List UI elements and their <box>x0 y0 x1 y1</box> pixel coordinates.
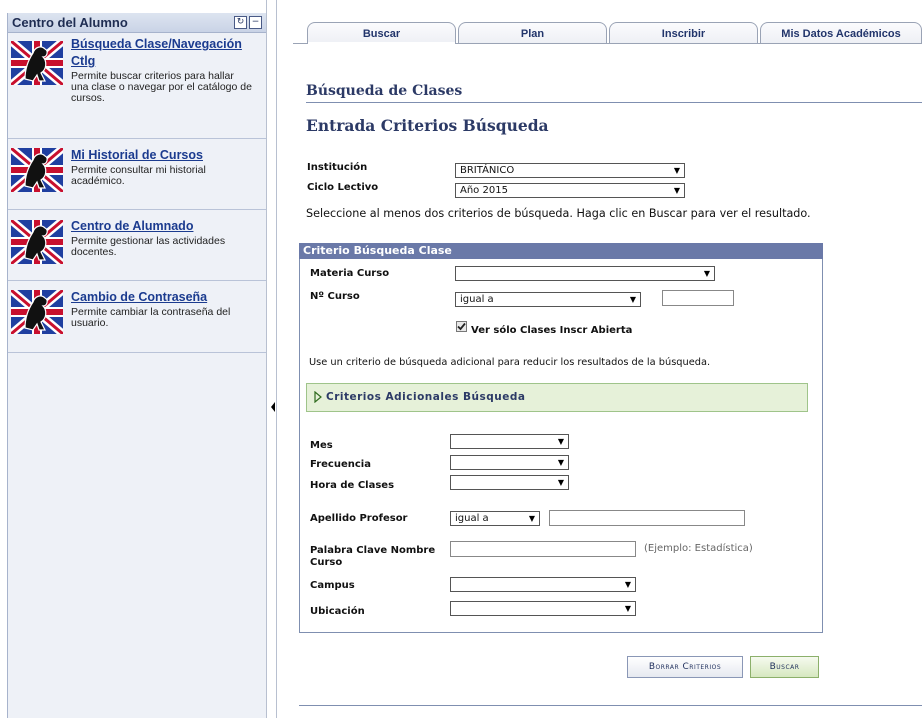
chevron-down-icon: ▼ <box>673 166 680 175</box>
crest-icon <box>11 148 63 192</box>
crest-icon <box>11 220 63 264</box>
collapse-arrow-icon[interactable] <box>271 402 275 412</box>
tab-plan[interactable]: Plan <box>458 22 607 43</box>
tab-inscribir[interactable]: Inscribir <box>609 22 758 43</box>
chevron-down-icon: ▼ <box>624 604 631 613</box>
subsection-title: Entrada Criterios Búsqueda <box>306 116 549 135</box>
panel-divider[interactable] <box>266 0 277 718</box>
additional-hint: Use un criterio de búsqueda adicional pa… <box>309 357 711 368</box>
apellido-label: Apellido Profesor <box>310 513 408 524</box>
crest-icon <box>11 290 63 334</box>
apellido-input[interactable] <box>549 510 745 526</box>
instruction-text: Seleccione al menos dos criterios de bús… <box>306 207 811 220</box>
chevron-down-icon: ▼ <box>557 437 564 446</box>
search-label: Buscar <box>769 662 800 672</box>
left-panel-title: Centro del Alumno <box>12 15 128 30</box>
alumnado-desc-2: docentes. <box>71 246 117 258</box>
materia-label: Materia Curso <box>310 268 390 279</box>
palabra-label-2: Curso <box>310 557 343 568</box>
minimize-icon[interactable]: − <box>249 16 262 29</box>
chevron-down-icon: ▼ <box>557 478 564 487</box>
left-panel: Centro del Alumno ↻ − Búsqueda Clase/Nav… <box>7 13 267 718</box>
hora-label: Hora de Clases <box>310 480 395 491</box>
ncurso-label: Nº Curso <box>310 291 360 302</box>
mes-label: Mes <box>310 440 333 451</box>
section-rule <box>306 102 922 103</box>
tab-mis-datos[interactable]: Mis Datos Académicos <box>760 22 922 43</box>
ncurso-operator-value: igual a <box>460 294 494 305</box>
ciclo-select[interactable]: Año 2015 ▼ <box>455 183 685 198</box>
expand-arrow-icon[interactable] <box>314 391 322 403</box>
sidebar-item-alumnado[interactable]: Centro de Alumnado Permite gestionar las… <box>8 210 266 281</box>
ubicacion-label: Ubicación <box>310 606 365 617</box>
contrasena-link[interactable]: Cambio de Contraseña <box>71 290 207 305</box>
apellido-operator-value: igual a <box>455 513 489 524</box>
chevron-down-icon: ▼ <box>673 186 680 195</box>
search-button[interactable]: Buscar <box>750 656 819 678</box>
clear-criteria-button[interactable]: Borrar Criterios <box>627 656 743 678</box>
crest-icon <box>11 41 63 85</box>
chevron-down-icon: ▼ <box>528 514 535 523</box>
ncurso-operator-select[interactable]: igual a ▼ <box>455 292 641 307</box>
historial-desc-2: académico. <box>71 175 125 187</box>
frecuencia-label: Frecuencia <box>310 459 371 470</box>
materia-select[interactable]: ▼ <box>455 266 715 281</box>
campus-label: Campus <box>310 580 355 591</box>
sidebar-item-contrasena[interactable]: Cambio de Contraseña Permite cambiar la … <box>8 281 266 353</box>
footer-rule <box>299 705 922 706</box>
palabra-input[interactable] <box>450 541 636 557</box>
chevron-down-icon: ▼ <box>629 295 636 304</box>
hora-select[interactable]: ▼ <box>450 475 569 490</box>
busqueda-link-ctlg[interactable]: Ctlg <box>71 54 95 69</box>
institucion-label: Institución <box>307 162 368 173</box>
historial-link[interactable]: Mi Historial de Cursos <box>71 148 203 163</box>
refresh-icon[interactable]: ↻ <box>234 16 247 29</box>
checkmark-icon <box>457 322 466 331</box>
busqueda-link[interactable]: Búsqueda Clase/Navegación <box>71 37 242 52</box>
frecuencia-select[interactable]: ▼ <box>450 455 569 470</box>
ciclo-label: Ciclo Lectivo <box>307 182 379 193</box>
additional-criteria-label[interactable]: Criterios Adicionales Búsqueda <box>326 391 525 403</box>
palabra-label-1: Palabra Clave Nombre <box>310 545 436 556</box>
active-tab-gap <box>308 42 455 44</box>
ncurso-input[interactable] <box>662 290 734 306</box>
ubicacion-select[interactable]: ▼ <box>450 601 636 616</box>
left-panel-header: Centro del Alumno ↻ − <box>8 13 266 33</box>
ver-solo-label: Ver sólo Clases Inscr Abierta <box>471 325 633 336</box>
section-title: Búsqueda de Clases <box>306 83 463 99</box>
mes-select[interactable]: ▼ <box>450 434 569 449</box>
chevron-down-icon: ▼ <box>624 580 631 589</box>
chevron-down-icon: ▼ <box>557 458 564 467</box>
apellido-operator-select[interactable]: igual a ▼ <box>450 511 540 526</box>
sidebar-item-historial[interactable]: Mi Historial de Cursos Permite consultar… <box>8 139 266 210</box>
busqueda-desc-3: cursos. <box>71 92 105 104</box>
tab-buscar[interactable]: Buscar <box>307 22 456 43</box>
criteria-header: Criterio Búsqueda Clase <box>299 243 823 259</box>
institucion-value: BRITÁNICO <box>460 165 515 176</box>
clear-criteria-label: Borrar Criterios <box>648 662 722 672</box>
contrasena-desc-2: usuario. <box>71 317 109 329</box>
chevron-down-icon: ▼ <box>703 269 710 278</box>
alumnado-link[interactable]: Centro de Alumnado <box>71 219 193 234</box>
institucion-select[interactable]: BRITÁNICO ▼ <box>455 163 685 178</box>
sidebar-item-busqueda[interactable]: Búsqueda Clase/Navegación Ctlg Permite b… <box>8 33 266 139</box>
campus-select[interactable]: ▼ <box>450 577 636 592</box>
palabra-example: (Ejemplo: Estadística) <box>644 543 753 554</box>
ciclo-value: Año 2015 <box>460 185 508 196</box>
ver-solo-checkbox[interactable] <box>456 321 467 332</box>
